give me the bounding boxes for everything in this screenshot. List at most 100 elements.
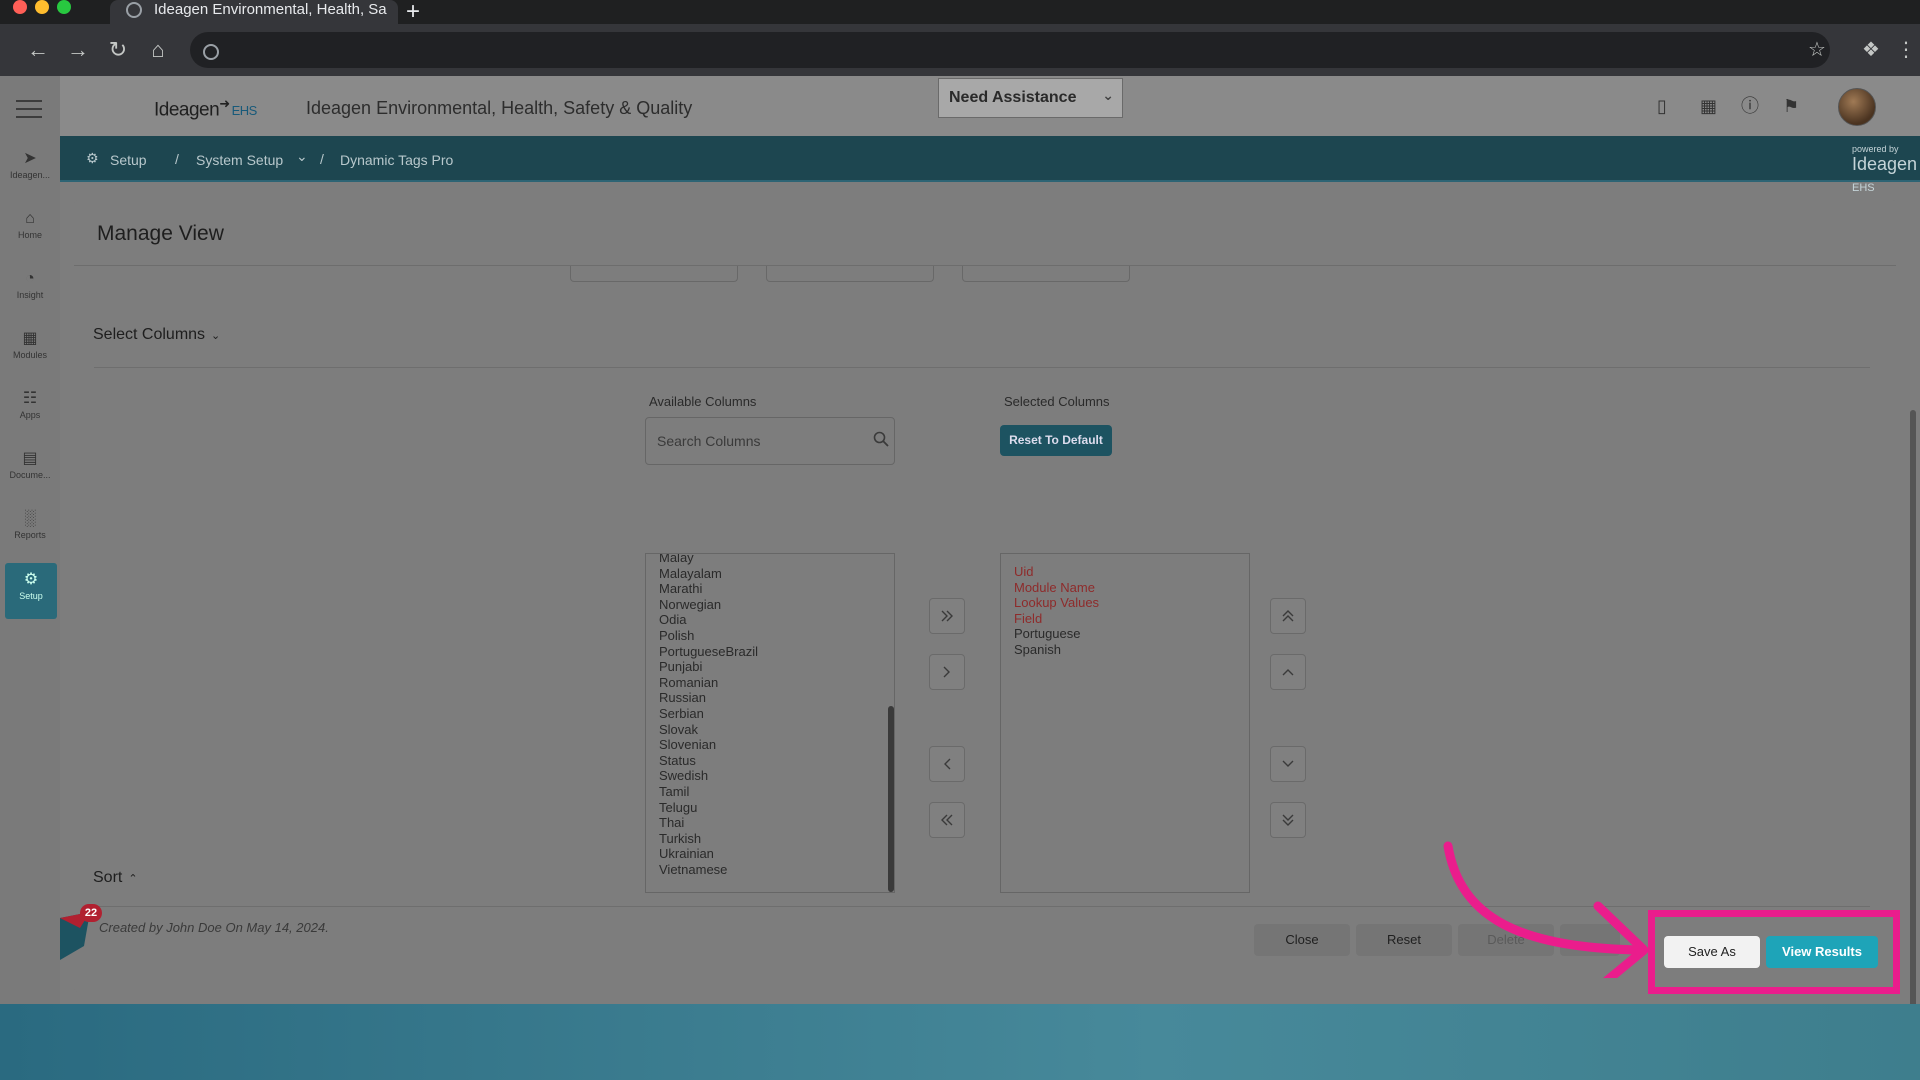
move-down-button[interactable] <box>1270 746 1306 782</box>
mobile-icon[interactable]: ▯ <box>1657 96 1667 116</box>
list-item[interactable]: Ukrainian <box>646 846 894 862</box>
breadcrumb-system-setup[interactable]: System Setup <box>196 152 283 168</box>
list-item[interactable]: Tamil <box>646 784 894 800</box>
address-bar[interactable] <box>190 32 1830 68</box>
home-browser-icon[interactable]: ⌂ <box>144 38 172 62</box>
close-window-icon[interactable] <box>13 0 27 14</box>
calendar-icon[interactable]: ▦ <box>1700 96 1717 116</box>
nav-documents[interactable]: ▤ Docume... <box>0 450 60 480</box>
notification-count-badge: 22 <box>80 904 102 922</box>
scrollbar-thumb[interactable] <box>888 706 894 892</box>
list-item[interactable]: Malay <box>646 554 894 566</box>
list-item[interactable]: Slovenian <box>646 737 894 753</box>
list-item[interactable]: Turkish <box>646 831 894 847</box>
page-scrollbar[interactable] <box>1910 410 1916 1004</box>
list-item[interactable]: Odia <box>646 612 894 628</box>
help-icon[interactable]: ⓘ <box>1741 96 1759 116</box>
site-info-icon[interactable] <box>203 44 219 60</box>
ideagen-icon: ➤ <box>23 150 37 167</box>
nav-setup[interactable]: ⚙ Setup <box>5 563 57 619</box>
nav-modules[interactable]: ▦ Modules <box>0 330 60 360</box>
list-item[interactable]: Field <box>1001 611 1249 627</box>
list-item[interactable]: Portuguese <box>1001 626 1249 642</box>
move-to-bottom-button[interactable] <box>1270 802 1306 838</box>
forward-icon[interactable]: → <box>64 38 92 62</box>
available-columns-label: Available Columns <box>649 394 757 409</box>
list-item[interactable]: Russian <box>646 690 894 706</box>
menu-icon[interactable] <box>16 100 42 124</box>
list-item[interactable]: Serbian <box>646 706 894 722</box>
move-up-button[interactable] <box>1270 654 1306 690</box>
close-button[interactable]: Close <box>1254 924 1350 956</box>
browser-tabbar: Ideagen Environmental, Health, Sa + <box>0 0 1920 26</box>
selected-columns-list[interactable]: Uid Module Name Lookup Values Field Portugue… <box>1000 553 1250 893</box>
list-item[interactable]: Spanish <box>1001 642 1249 658</box>
nav-insight[interactable]: ◔ Insight <box>0 270 60 300</box>
list-item[interactable]: PortugueseBrazil <box>646 644 894 660</box>
sort-toggle[interactable]: Sort ⌃ <box>93 869 138 887</box>
list-item[interactable]: Romanian <box>646 675 894 691</box>
list-item[interactable]: Uid <box>1001 564 1249 580</box>
move-right-button[interactable] <box>929 654 965 690</box>
reset-button[interactable]: Reset <box>1356 924 1452 956</box>
extensions-icon[interactable]: ❖ <box>1862 40 1880 60</box>
move-left-button[interactable] <box>929 746 965 782</box>
bookmark-star-icon[interactable]: ☆ <box>1808 40 1826 60</box>
nav-reports[interactable]: ░ Reports <box>0 510 60 540</box>
breadcrumb-dynamic-tags-pro[interactable]: Dynamic Tags Pro <box>340 152 453 168</box>
nav-ideagen[interactable]: ➤ Ideagen... <box>0 150 60 180</box>
list-item[interactable]: Malayalam <box>646 566 894 582</box>
list-item[interactable]: Norwegian <box>646 597 894 613</box>
view-results-button[interactable]: View Results <box>1766 936 1878 968</box>
list-item[interactable]: Thai <box>646 815 894 831</box>
chevron-down-icon[interactable]: ⌄ <box>296 148 308 165</box>
nav-home[interactable]: ⌂ Home <box>0 210 60 240</box>
available-columns-list[interactable]: Malay Malayalam Marathi Norwegian Odia Polish… <box>645 553 895 893</box>
move-all-right-button[interactable] <box>929 598 965 634</box>
chevron-right-icon <box>943 666 950 678</box>
insight-icon: ◔ <box>25 270 35 287</box>
breadcrumb: ⚙ Setup / System Setup ⌄ / Dynamic Tags … <box>60 136 1920 194</box>
browser-menu-icon[interactable]: ⋮ <box>1896 40 1916 60</box>
list-item[interactable]: Module Name <box>1001 580 1249 596</box>
new-tab-button[interactable]: + <box>406 0 420 26</box>
top-header: Ideagen➜ EHS Ideagen Environmental, Healt… <box>60 76 1920 136</box>
annotation-arrow <box>1443 841 1649 978</box>
reset-to-default-button[interactable]: Reset To Default <box>1000 425 1112 456</box>
bell-icon[interactable]: ⚑ <box>1783 96 1799 116</box>
hidden-tab-button[interactable] <box>570 266 738 282</box>
breadcrumb-setup[interactable]: Setup <box>110 152 147 168</box>
list-item[interactable]: Marathi <box>646 581 894 597</box>
reload-icon[interactable]: ↻ <box>104 38 132 62</box>
document-icon: ▤ <box>22 450 38 467</box>
avatar[interactable] <box>1838 88 1876 126</box>
back-icon[interactable]: ← <box>24 38 52 62</box>
tab-title: Ideagen Environmental, Health, Sa <box>154 1 387 18</box>
search-columns-input[interactable]: Search Columns <box>645 417 895 465</box>
need-assistance-select[interactable]: Need Assistance ⌄ <box>938 78 1123 118</box>
minimize-window-icon[interactable] <box>35 0 49 14</box>
list-item[interactable]: Status <box>646 753 894 769</box>
move-all-left-button[interactable] <box>929 802 965 838</box>
maximize-window-icon[interactable] <box>57 0 71 14</box>
list-item[interactable]: Punjabi <box>646 659 894 675</box>
setup-icon: ⚙ <box>23 571 39 588</box>
page-background <box>0 1004 1920 1080</box>
save-as-button[interactable]: Save As <box>1664 936 1760 968</box>
list-item[interactable]: Swedish <box>646 768 894 784</box>
browser-tab[interactable]: Ideagen Environmental, Health, Sa <box>110 0 398 24</box>
help-widget[interactable]: 22 <box>60 904 102 964</box>
hidden-tab-button[interactable] <box>962 266 1130 282</box>
nav-apps[interactable]: ☷ Apps <box>0 390 60 420</box>
list-item[interactable]: Lookup Values <box>1001 595 1249 611</box>
list-item[interactable]: Vietnamese <box>646 862 894 878</box>
ideagen-logo[interactable]: Ideagen➜ EHS <box>154 96 257 121</box>
move-to-top-button[interactable] <box>1270 598 1306 634</box>
list-item[interactable]: Polish <box>646 628 894 644</box>
chevron-left-icon <box>944 758 951 770</box>
hidden-tab-button[interactable] <box>766 266 934 282</box>
list-item[interactable]: Telugu <box>646 800 894 816</box>
breadcrumb-separator: / <box>320 151 324 167</box>
list-item[interactable]: Slovak <box>646 722 894 738</box>
select-columns-toggle[interactable]: Select Columns ⌄ <box>93 326 220 344</box>
